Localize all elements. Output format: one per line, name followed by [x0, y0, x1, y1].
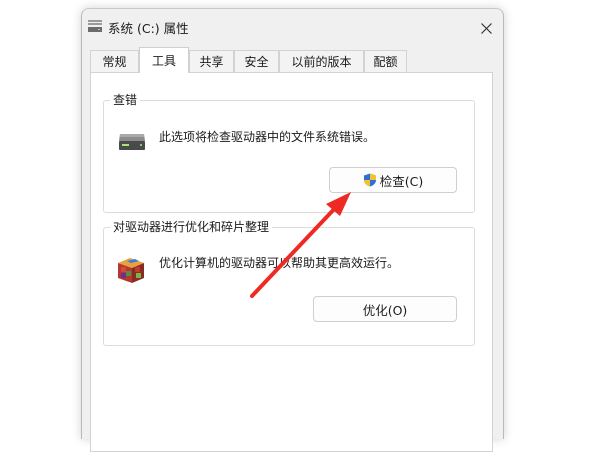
tab-security[interactable]: 安全	[234, 50, 279, 72]
error-checking-heading: 查错	[110, 92, 141, 108]
optimize-description: 优化计算机的驱动器可以帮助其更高效运行。	[159, 256, 400, 270]
check-button-label: 检查(C)	[379, 173, 424, 189]
tools-panel: 查错 此选项将检查驱动器中的文件系统错误。 检查(C) 对驱动器进行优化和碎片整	[90, 72, 493, 452]
title-bar: 系统 (C:) 属性	[82, 9, 503, 45]
error-checking-group: 查错 此选项将检查驱动器中的文件系统错误。 检查(C)	[103, 92, 475, 213]
window-title: 系统 (C:) 属性	[108, 21, 189, 36]
drive-icon	[119, 134, 145, 150]
tab-sharing[interactable]: 共享	[189, 50, 234, 72]
tab-quota[interactable]: 配额	[364, 50, 407, 72]
drive-title-icon	[88, 20, 102, 32]
optimize-group: 对驱动器进行优化和碎片整理 优化计算机的驱动器可以帮助其更高效运行。 优化(O)	[103, 219, 475, 346]
tab-tools[interactable]: 工具	[139, 47, 189, 73]
close-icon	[480, 22, 492, 34]
close-button[interactable]	[474, 17, 498, 39]
defrag-icon	[118, 258, 144, 283]
uac-shield-icon	[363, 173, 376, 187]
check-button[interactable]: 检查(C)	[329, 167, 457, 193]
tab-general[interactable]: 常规	[90, 50, 139, 72]
optimize-button[interactable]: 优化(O)	[313, 296, 457, 322]
optimize-heading: 对驱动器进行优化和碎片整理	[110, 219, 273, 235]
tab-previous-versions[interactable]: 以前的版本	[279, 50, 364, 72]
error-checking-description: 此选项将检查驱动器中的文件系统错误。	[159, 130, 376, 144]
properties-window: 系统 (C:) 属性 常规 工具 共享 安全 以前的版本 配额 查错 此选项将检…	[81, 8, 504, 452]
